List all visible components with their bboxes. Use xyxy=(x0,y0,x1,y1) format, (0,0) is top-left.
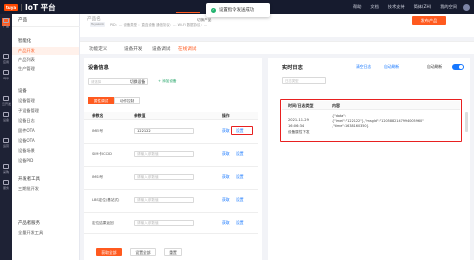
top-links: 帮助 文档 技术支持 简体(ZH) 我的空间 xyxy=(344,0,470,14)
get-button[interactable]: 获取 xyxy=(222,197,230,203)
publish-product-button[interactable]: 发布产品 xyxy=(412,16,446,25)
param-name: IMSI号 xyxy=(92,175,104,179)
col-param-name: 参数名 xyxy=(92,113,104,118)
refresh-link[interactable]: 自动刷新 xyxy=(384,64,399,70)
icon-rail: 产品 应用 App 云开发 设备 运营 采购 服务 xyxy=(0,14,12,260)
param-table-header: 参数名 参数值 操作 xyxy=(84,112,258,120)
sidebar-item-subdevice[interactable]: 子设备管理 xyxy=(18,108,39,114)
sidebar-item-batch-dev[interactable]: 三期批开发 xyxy=(18,186,39,192)
docs-link[interactable]: 文档 xyxy=(370,4,378,10)
rail-operation[interactable]: 运营 xyxy=(2,138,10,148)
param-value-input[interactable]: 请输入参数值 xyxy=(134,151,194,157)
service-icon xyxy=(3,180,9,185)
clear-log-link[interactable]: 清空日志 xyxy=(356,64,371,70)
set-all-button[interactable]: 设置全部 xyxy=(130,248,156,256)
rail-product[interactable]: 产品 xyxy=(2,18,10,28)
toast-message: 设置指令发送成功 xyxy=(219,8,255,13)
param-value-input[interactable]: 请输入参数值 xyxy=(134,197,194,203)
param-value-input[interactable]: 请输入参数值 xyxy=(134,174,194,180)
rail-device[interactable]: 设备 xyxy=(2,112,10,122)
log-panel-title: 实时日志 xyxy=(282,65,303,71)
subtab-property-debug[interactable]: 属性调试 xyxy=(88,97,114,104)
sidebar-item-firmware-ota[interactable]: 固件OTA xyxy=(18,128,35,134)
sidebar-menu: 智能化 产品开发 产品列表 生产管理 设备 设备管理 子设备管理 设备日志 固件… xyxy=(12,0,80,260)
col-operation: 操作 xyxy=(222,113,230,118)
sidebar-section-smart[interactable]: 智能化 xyxy=(18,38,31,44)
chart-icon xyxy=(3,138,9,143)
reset-button[interactable]: 重置 xyxy=(164,248,182,256)
product-meta: PID：… 设备类型 ：直连设备 通信协议：… Wi-Fi 数据协议：… xyxy=(110,23,208,27)
active-tab-indicator xyxy=(176,12,200,13)
log-highlight xyxy=(280,99,462,142)
box-icon xyxy=(3,18,9,23)
product-type-badge: TuyaLink xyxy=(90,22,105,27)
sidebar-item-device-mgmt[interactable]: 设备管理 xyxy=(18,98,35,104)
log-panel xyxy=(268,58,470,260)
tab-online-debug[interactable]: 在线调试 xyxy=(178,46,196,52)
set-button[interactable]: 设置 xyxy=(236,220,244,226)
sidebar-item-full-tools[interactable]: 全量开发工具 xyxy=(18,230,43,236)
grid-icon xyxy=(3,54,9,59)
set-button-highlight xyxy=(231,126,253,135)
sidebar-item-production[interactable]: 生产管理 xyxy=(18,66,35,72)
subtab-action-control[interactable]: 动作控制 xyxy=(114,97,140,104)
param-name: SIM卡ICCID xyxy=(92,152,112,156)
add-device-link[interactable]: + 添加设备 xyxy=(158,78,177,85)
sidebar-section-devtools[interactable]: 开发者工具 xyxy=(18,176,40,182)
rail-service[interactable]: 服务 xyxy=(2,180,10,190)
sidebar-section-device[interactable]: 设备 xyxy=(18,88,27,94)
help-link[interactable]: 帮助 xyxy=(353,4,361,10)
sidebar-item-product-list[interactable]: 产品列表 xyxy=(18,57,35,63)
device-icon xyxy=(3,112,9,117)
table-row: IMSI号 请输入参数值 获取 设置 xyxy=(84,170,258,190)
param-name: LBS定位(基站式) xyxy=(92,198,120,202)
main-tabs: 功能定义 设备开发 设备调试 在线调试 xyxy=(80,41,474,54)
table-row: 定位结果返回 请输入参数值 获取 设置 xyxy=(84,216,258,234)
sidebar-item-device-scene[interactable]: 设备场景 xyxy=(18,148,35,154)
get-button[interactable]: 获取 xyxy=(222,220,230,226)
device-panel-title: 设备信息 xyxy=(88,65,109,71)
my-space-link[interactable]: 我的空间 xyxy=(440,4,457,10)
col-param-value: 参数值 xyxy=(134,113,146,118)
check-icon: ✓ xyxy=(211,7,216,13)
auto-refresh-label: 自动刷新 xyxy=(427,64,443,69)
tab-device-debug[interactable]: 设备调试 xyxy=(152,46,170,52)
log-scrollbar[interactable] xyxy=(465,112,468,132)
param-value-input[interactable]: 请输入参数值 xyxy=(134,220,194,226)
get-all-button[interactable]: 获取全部 xyxy=(96,248,122,256)
avatar[interactable] xyxy=(463,3,470,11)
sidebar-item-device-ota[interactable]: 设备OTA xyxy=(18,138,35,144)
sidebar-section-services[interactable]: 产品者服务 xyxy=(18,220,40,226)
rail-app[interactable]: 应用 xyxy=(2,54,10,64)
param-name: IMEI号 xyxy=(92,129,104,133)
log-type-filter[interactable]: 日志类型 xyxy=(282,77,326,84)
tab-function-def[interactable]: 功能定义 xyxy=(89,46,107,52)
sidebar-item-device-log[interactable]: 设备日志 xyxy=(18,118,35,124)
param-value-input[interactable]: 122122 xyxy=(134,128,194,134)
get-button[interactable]: 获取 xyxy=(222,151,230,157)
support-link[interactable]: 技术支持 xyxy=(388,4,405,10)
table-row: LBS定位(基站式) 请输入参数值 获取 设置 xyxy=(84,193,258,213)
cart-icon xyxy=(3,164,9,169)
set-button[interactable]: 设置 xyxy=(236,197,244,203)
switch-device-button[interactable]: 切换设备 xyxy=(130,78,155,85)
sidebar-item-device-pid[interactable]: 设备PID xyxy=(18,158,33,164)
cloud-icon xyxy=(3,96,9,101)
set-button[interactable]: 设置 xyxy=(236,174,244,180)
rail-purchase[interactable]: 采购 xyxy=(2,164,10,174)
param-name: 定位结果返回 xyxy=(92,221,114,225)
language-switch[interactable]: 简体(ZH) xyxy=(414,4,432,10)
tab-device-dev[interactable]: 设备开发 xyxy=(124,46,142,52)
rail-cloud[interactable]: 云开发 xyxy=(2,96,11,106)
sidebar-item-product-dev[interactable]: 产品开发 xyxy=(18,48,35,54)
rail-mobile-app[interactable]: App xyxy=(2,70,10,80)
success-toast: ✓ 设置指令发送成功 xyxy=(206,3,270,17)
table-row: SIM卡ICCID 请输入参数值 获取 设置 xyxy=(84,147,258,167)
phone-icon xyxy=(3,70,9,75)
get-button[interactable]: 获取 xyxy=(222,128,230,134)
get-button[interactable]: 获取 xyxy=(222,174,230,180)
auto-refresh-toggle[interactable] xyxy=(452,64,464,70)
set-button[interactable]: 设置 xyxy=(236,151,244,157)
